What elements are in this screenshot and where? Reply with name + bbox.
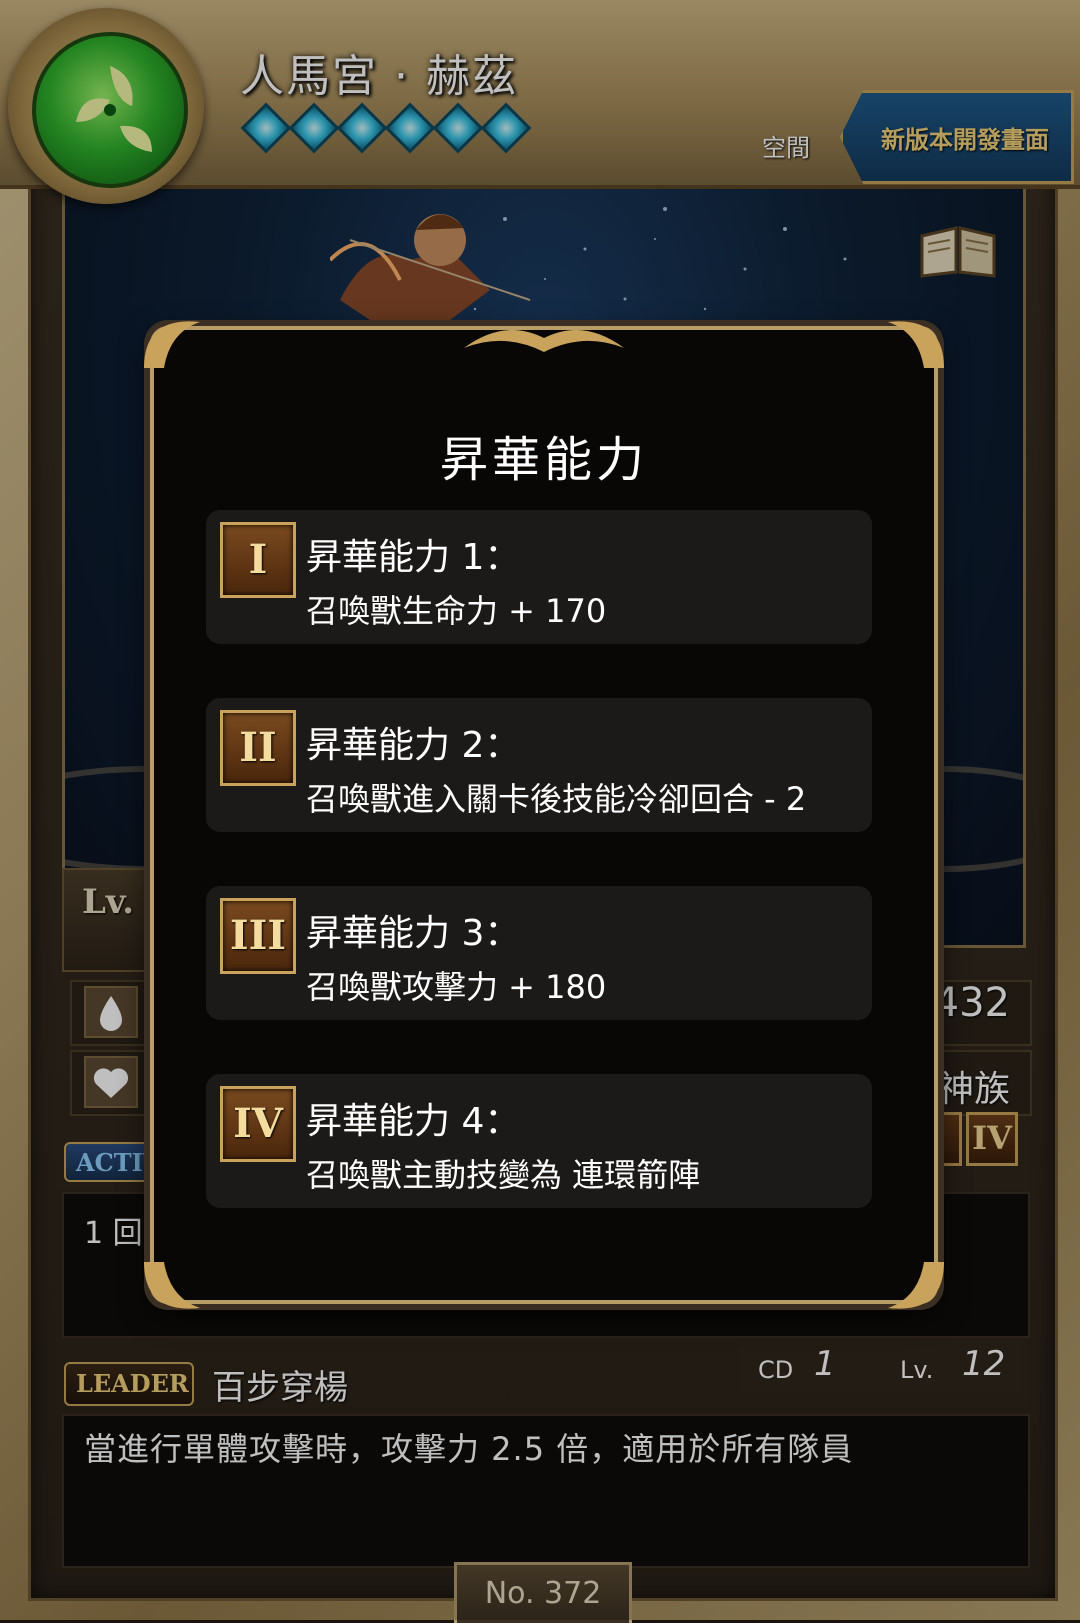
ability-title: 昇華能力 3： xyxy=(306,913,521,954)
ability-desc: 召喚獸攻擊力 + 180 xyxy=(306,968,607,1006)
ability-desc: 召喚獸生命力 + 170 xyxy=(306,592,607,630)
roman-numeral-icon: III xyxy=(220,898,296,974)
modal-title: 昇華能力 xyxy=(439,432,648,488)
ability-title: 昇華能力 1： xyxy=(306,537,521,578)
ability-desc: 召喚獸主動技變為 連環箭陣 xyxy=(306,1156,701,1194)
ability-row-2: II 昇華能力 2： 召喚獸進入關卡後技能冷卻回合 - 2 xyxy=(206,698,872,832)
ability-row-3: III 昇華能力 3： 召喚獸攻擊力 + 180 xyxy=(206,886,872,1020)
top-ornament xyxy=(464,330,624,352)
corner-ornament xyxy=(144,321,200,368)
ability-desc: 召喚獸進入關卡後技能冷卻回合 - 2 xyxy=(306,780,807,818)
ability-row-4: IV 昇華能力 4： 召喚獸主動技變為 連環箭陣 xyxy=(206,1074,872,1208)
ability-title: 昇華能力 2： xyxy=(306,725,521,766)
corner-ornament xyxy=(888,1262,944,1309)
ability-row-1: I 昇華能力 1： 召喚獸生命力 + 170 xyxy=(206,510,872,644)
roman-numeral-icon: IV xyxy=(220,1086,296,1162)
ability-title: 昇華能力 4： xyxy=(306,1101,521,1142)
corner-ornament xyxy=(144,1262,200,1309)
roman-numeral-icon: I xyxy=(220,522,296,598)
roman-numeral-icon: II xyxy=(220,710,296,786)
ascension-modal: 昇華能力 I 昇華能力 1： 召喚獸生命力 + 170 II 昇華能力 2： 召… xyxy=(144,321,944,1309)
corner-ornament xyxy=(888,321,944,368)
